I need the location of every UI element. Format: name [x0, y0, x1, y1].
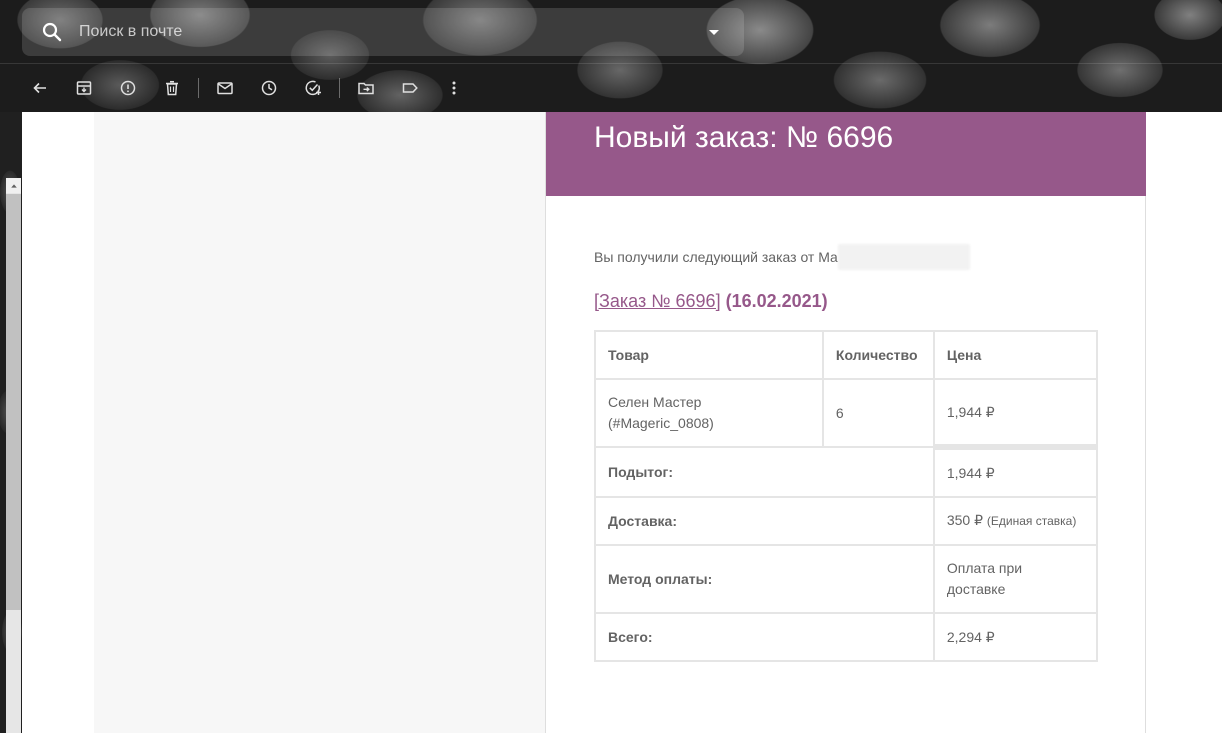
order-link[interactable]: [Заказ № 6696] — [594, 291, 721, 311]
totals-row-subtotal: Подытог: 1,944 ₽ — [594, 444, 1099, 498]
shipping-cell: 350 ₽ (Единая ставка) — [932, 496, 1099, 546]
product-name: Селен Мастер — [608, 394, 702, 410]
search-options-chevron-icon[interactable] — [702, 20, 726, 44]
order-date: (16.02.2021) — [725, 291, 828, 311]
subtotal-value: 1,944 ₽ — [932, 444, 1099, 498]
divider — [0, 63, 1222, 64]
order-table: Товар Количество Цена Селен Мастер (#Mag… — [594, 330, 1099, 662]
email-title: Новый заказ: № 6696 — [594, 121, 894, 154]
product-cell: Селен Мастер (#Mageric_0808) — [594, 378, 824, 448]
email-body: Вы получили следующий заказ от Ма [Заказ… — [546, 196, 1145, 662]
delete-icon[interactable] — [158, 74, 186, 102]
totals-row-payment-method: Метод оплаты: Оплата при доставке — [594, 544, 1099, 614]
shipping-value: 350 ₽ — [946, 512, 984, 528]
column-header-product: Товар — [594, 330, 824, 380]
order-heading: [Заказ № 6696] (16.02.2021) — [594, 290, 1097, 312]
table-header-row: Товар Количество Цена — [594, 330, 1099, 380]
payment-method-label: Метод оплаты: — [594, 544, 935, 614]
table-row: Селен Мастер (#Mageric_0808) 6 1,944 ₽ — [594, 378, 1099, 448]
redacted-name — [837, 244, 970, 270]
message-toolbar — [26, 74, 484, 102]
report-spam-icon[interactable] — [114, 74, 142, 102]
more-vert-icon[interactable] — [440, 74, 468, 102]
shipping-note: (Единая ставка) — [986, 514, 1077, 528]
message-pane: Новый заказ: № 6696 Вы получили следующи… — [22, 112, 1222, 733]
label-icon[interactable] — [396, 74, 424, 102]
shipping-label: Доставка: — [594, 496, 935, 546]
payment-method-value: Оплата при доставке — [932, 544, 1099, 614]
search-icon[interactable] — [40, 20, 64, 44]
product-sku: (#Mageric_0808) — [608, 415, 714, 431]
intro-text: Вы получили следующий заказ от Ма — [594, 244, 1097, 270]
subtotal-label: Подытог: — [594, 446, 935, 498]
total-label: Всего: — [594, 612, 935, 662]
search-bar[interactable] — [22, 8, 744, 56]
total-value: 2,294 ₽ — [932, 612, 1099, 662]
quantity-cell: 6 — [821, 378, 935, 448]
move-to-icon[interactable] — [352, 74, 380, 102]
email-card: Новый заказ: № 6696 Вы получили следующи… — [545, 112, 1146, 733]
intro-text-value: Вы получили следующий заказ от Ма — [594, 249, 838, 265]
mark-unread-icon[interactable] — [211, 74, 239, 102]
toolbar-separator — [339, 78, 340, 98]
column-header-price: Цена — [932, 330, 1099, 380]
scroll-up-icon[interactable] — [6, 178, 21, 193]
back-arrow-icon[interactable] — [26, 74, 54, 102]
toolbar-separator — [198, 78, 199, 98]
add-task-icon[interactable] — [299, 74, 327, 102]
email-header: Новый заказ: № 6696 — [546, 112, 1146, 196]
search-input[interactable] — [79, 12, 702, 52]
totals-row-shipping: Доставка: 350 ₽ (Единая ставка) — [594, 496, 1099, 546]
price-cell: 1,944 ₽ — [932, 378, 1099, 448]
snooze-icon[interactable] — [255, 74, 283, 102]
archive-icon[interactable] — [70, 74, 98, 102]
scrollbar-thumb[interactable] — [6, 194, 21, 610]
totals-row-total: Всего: 2,294 ₽ — [594, 612, 1099, 662]
column-header-quantity: Количество — [821, 330, 935, 380]
